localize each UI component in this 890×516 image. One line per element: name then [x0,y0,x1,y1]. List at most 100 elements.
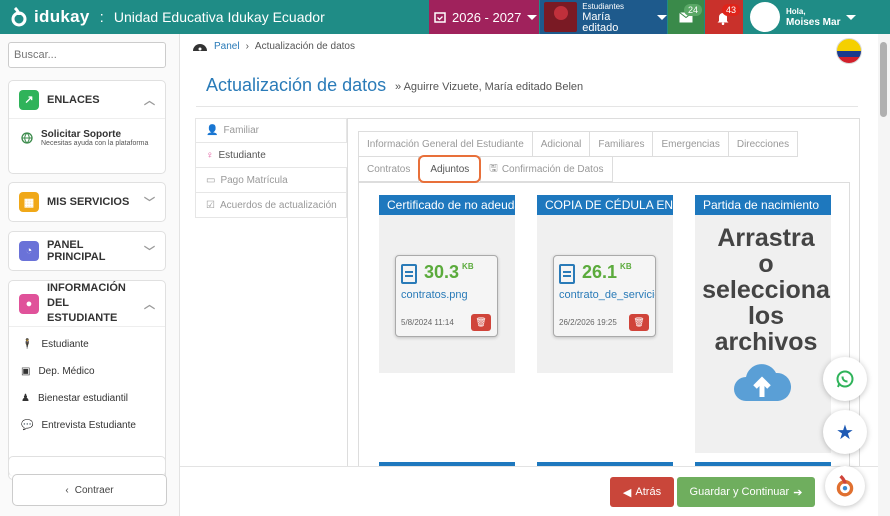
whatsapp-button[interactable] [823,357,867,401]
file-size: 26.1 KB [582,262,632,282]
brand-name: idukay [34,7,90,26]
breadcrumb-home-link[interactable]: Panel [214,41,240,52]
tab-adjuntos[interactable]: Adjuntos [418,155,482,183]
page-scrollbar[interactable] [878,34,890,516]
sidebar-item-entrevista[interactable]: 💬 Entrevista Estudiante [9,412,165,439]
idukay-logo-icon [836,475,854,497]
money-icon: ▭ [206,174,216,186]
top-bar: idukay : Unidad Educativa Idukay Ecuador… [0,0,890,34]
medkit-icon: ▣ [21,366,31,377]
tab-acuerdos[interactable]: ☑ Acuerdos de actualización [195,193,347,218]
messages-count: 24 [684,4,703,16]
student-selector[interactable]: Estudiantes María editado [540,0,667,34]
tab-adicional[interactable]: Adicional [531,131,591,157]
tab-direcciones[interactable]: Direcciones [727,131,799,157]
external-link-icon: ↗ [19,89,39,110]
divider [196,106,858,107]
sidebar-section-mis-servicios[interactable]: ▦ MIS SERVICIOS ﹀ [9,183,165,221]
save-continue-button[interactable]: Guardar y Continuar ➔ [677,477,815,507]
language-flag-icon[interactable] [836,38,862,64]
delete-file-button[interactable]: 🗑 [629,314,649,331]
arrow-right-icon: ➔ [793,486,803,499]
dropzone-text: Arrastra [717,224,815,252]
link-title: Solicitar Soporte [41,129,122,140]
tab-familiares[interactable]: Familiares [589,131,654,157]
scrollbar-thumb[interactable] [880,42,887,117]
sidebar-card-mis-servicios: ▦ MIS SERVICIOS ﹀ [8,182,166,222]
sidebar-search-input[interactable] [8,42,166,68]
collapse-sidebar-button[interactable]: ‹ Contraer [12,474,167,506]
sidebar-section-title: MIS SERVICIOS [47,196,130,208]
sidebar-section-title: ENLACES [47,93,100,106]
sidebar-item-dep-medico[interactable]: ▣ Dep. Médico [9,358,165,385]
tab-emergencias[interactable]: Emergencias [652,131,729,157]
file-name-link[interactable]: contrato_de_servicios [559,289,655,301]
sidebar-scrollbar[interactable] [173,68,180,268]
trash-icon: 🗑 [633,317,645,327]
file-name-link[interactable]: contratos.png [401,289,497,301]
sidebar-item-label: Estudiante [41,339,89,350]
grid-icon: ▦ [19,192,39,212]
app-logo[interactable]: idukay : Unidad Educativa Idukay Ecuador [10,7,325,27]
star-icon: ★ [836,421,854,444]
dropzone-text: selecciona [702,276,830,304]
breadcrumb-separator: › [245,40,249,52]
school-year-selector[interactable]: 2026 - 2027 [429,0,539,34]
back-button[interactable]: ◀ Atrás [610,477,674,507]
tabs-row-2: Contratos Adjuntos 🖫 Confirmación de Dat… [358,155,613,183]
dropzone-text: o [758,250,774,278]
user-greeting: Hola, [786,7,806,16]
chat-icon: 💬 [21,420,34,431]
chevron-up-icon: ︿ [144,298,155,311]
document-card: Certificado de no adeudar 30.3 KB contrat… [379,195,515,373]
female-icon: ♀ [206,149,214,161]
cloud-upload-icon[interactable] [732,361,792,405]
tab-label: Pago Matrícula [220,174,288,186]
dashboard-icon [193,44,207,51]
student-selector-label: Estudiantes [582,1,625,11]
user-name: Moises Mar [786,17,841,28]
file-date: 26/2/2026 19:25 [559,318,617,327]
brand-separator: : [99,8,104,26]
page-subtitle: » Aguirre Vizuete, María editado Belen [395,81,584,93]
sidebar-item-bienestar[interactable]: ♟ Bienestar estudiantil [9,385,165,412]
sidebar-section-informacion-estudiante[interactable]: ● INFORMACIÓN DEL ESTUDIANTE ︿ [9,281,165,327]
sidebar-item-estudiante[interactable]: 🕴 Estudiante [9,331,165,358]
school-name: Unidad Educativa Idukay Ecuador [113,9,325,25]
tab-estudiante[interactable]: ♀ Estudiante [195,143,347,168]
delete-file-button[interactable]: 🗑 [471,314,491,331]
user-icon: 👤 [206,125,219,136]
sidebar-section-enlaces[interactable]: ↗ ENLACES ︿ [9,81,165,119]
messages-button[interactable]: 24 [668,0,704,34]
tab-contratos[interactable]: Contratos [358,156,420,182]
sidebar-card-next [8,456,166,476]
tab-label: Estudiante [218,149,266,161]
notifications-button[interactable]: 43 [705,0,743,34]
sidebar-link-soporte[interactable]: Solicitar Soporte Necesitas ayuda con la… [9,119,165,157]
file-icon [401,264,417,284]
sidebar-item-label: Dep. Médico [38,366,95,377]
file-date: 5/8/2024 11:14 [401,318,454,327]
notifications-count: 43 [722,4,741,16]
tab-informacion-general[interactable]: Información General del Estudiante [358,131,533,157]
tab-label: Confirmación de Datos [501,163,604,175]
document-card: Partida de nacimiento Arrastra o selecci… [695,195,831,453]
idukay-assistant-button[interactable] [825,466,865,506]
section-title-line-1: INFORMACIÓN DEL [47,282,126,309]
student-avatar [544,2,578,32]
section-title-line-2: ESTUDIANTE [47,312,118,324]
file-tile[interactable]: 30.3 KB contratos.png 5/8/2024 11:14 🗑 [395,255,498,337]
tab-familiar[interactable]: 👤 Familiar [195,118,347,143]
file-tile[interactable]: 26.1KB contrato_de_servicios 26/2/2026 1… [553,255,656,337]
user-menu[interactable]: Hola, Moises Mar [744,0,864,34]
sidebar-section-panel-principal[interactable]: ◔ PANEL PRINCIPAL ﹀ [9,232,165,270]
student-selector-name: María editado [582,10,619,34]
tab-confirmacion[interactable]: 🖫 Confirmación de Datos [480,156,613,182]
file-dropzone[interactable]: Arrastra o selecciona los archivos [701,225,831,355]
chevron-left-icon: ◀ [622,486,632,499]
favorites-button[interactable]: ★ [823,410,867,454]
user-icon: ● [19,293,39,314]
back-label: Atrás [635,486,662,498]
tabs-row-1: Información General del Estudiante Adici… [358,131,799,157]
tab-pago-matricula[interactable]: ▭ Pago Matrícula [195,168,347,193]
